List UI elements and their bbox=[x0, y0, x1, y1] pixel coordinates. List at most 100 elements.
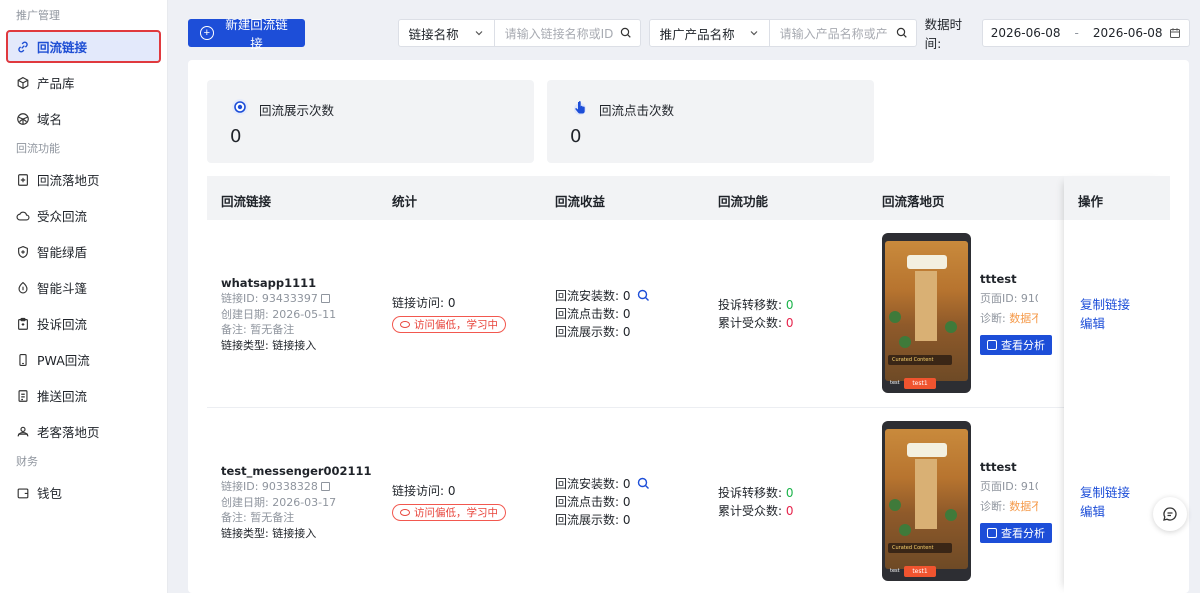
cloud-icon bbox=[16, 209, 30, 223]
copy-link-button[interactable]: 复制链接 bbox=[1080, 295, 1130, 314]
audience-label: 累计受众数: bbox=[718, 316, 786, 330]
features-cell: 投诉转移数: 0 累计受众数: 0 bbox=[718, 484, 794, 520]
stat-value: 0 bbox=[230, 126, 242, 147]
landing-page-thumbnail[interactable]: Curated Content test test1 bbox=[882, 233, 971, 393]
sidebar-item-label: 智能斗篷 bbox=[37, 281, 88, 296]
link-name: whatsapp1111 bbox=[221, 276, 317, 290]
chevron-down-icon bbox=[750, 31, 757, 36]
cube-icon bbox=[16, 76, 30, 90]
warning-text: 访问偏低，学习中 bbox=[414, 507, 498, 519]
header-operations: 操作 bbox=[1064, 176, 1170, 220]
link-info: test_messenger002111 链接ID: 90338328 创建日期… bbox=[221, 464, 372, 541]
search-icon[interactable] bbox=[637, 289, 650, 302]
game-hud bbox=[907, 443, 947, 457]
link-name-filter: 链接名称 请输入链接名称或ID bbox=[397, 19, 641, 47]
note: 备注: 暂无备注 bbox=[221, 511, 295, 524]
page-id: 页面ID: 910090752 bbox=[980, 292, 1038, 305]
sidebar-item-cloak[interactable]: 智能斗篷 bbox=[6, 271, 161, 304]
filter-select-label: 链接名称 bbox=[408, 26, 459, 42]
sidebar-item-domain[interactable]: 域名 bbox=[6, 102, 161, 135]
page-plus-icon bbox=[16, 173, 30, 187]
game-road bbox=[915, 271, 937, 341]
sidebar-item-landing-page[interactable]: 回流落地页 bbox=[6, 163, 161, 196]
clicks: 回流点击数: 0 bbox=[555, 307, 631, 321]
sidebar-item-product-library[interactable]: 产品库 bbox=[6, 66, 161, 99]
edit-button[interactable]: 编辑 bbox=[1080, 314, 1130, 333]
copy-icon[interactable] bbox=[320, 482, 330, 491]
table-header: 回流链接 统计 回流收益 回流功能 回流落地页 bbox=[207, 176, 1170, 220]
view-analysis-button[interactable]: 查看分析 bbox=[980, 523, 1052, 543]
new-backflow-link-button[interactable]: + 新建回流链接 bbox=[188, 18, 306, 51]
link-name-filter-select[interactable]: 链接名称 bbox=[399, 20, 495, 46]
search-icon[interactable] bbox=[620, 27, 632, 39]
link-type: 链接类型: 链接接入 bbox=[221, 338, 317, 352]
complaint-value: 0 bbox=[785, 298, 794, 312]
sidebar-item-label: 回流落地页 bbox=[37, 173, 100, 188]
tree-shape bbox=[889, 311, 901, 323]
row2-operations: 复制链接 编辑 bbox=[1080, 483, 1130, 521]
product-name-filter-select[interactable]: 推广产品名称 bbox=[650, 20, 770, 46]
diag-label: 诊断: bbox=[980, 500, 1010, 513]
toolbar: + 新建回流链接 链接名称 请输入链接名称或ID 推广产品名称 请输入产品名称或… bbox=[188, 17, 1190, 51]
warning-text: 访问偏低，学习中 bbox=[414, 319, 498, 331]
sidebar-item-pwa[interactable]: PWA回流 bbox=[6, 343, 161, 376]
complaint-label: 投诉转移数: bbox=[718, 486, 786, 500]
date-start[interactable]: 2026-06-08 bbox=[991, 26, 1061, 40]
tree-shape bbox=[945, 321, 957, 333]
sidebar-item-returning-landing[interactable]: 老客落地页 bbox=[6, 415, 161, 448]
eye-target-icon bbox=[232, 99, 248, 115]
link-id: 链接ID: 93433397 bbox=[221, 292, 318, 305]
sidebar-item-label: 智能绿盾 bbox=[37, 245, 88, 260]
copy-link-button[interactable]: 复制链接 bbox=[1080, 483, 1130, 502]
link-name-search-input[interactable]: 请输入链接名称或ID bbox=[495, 20, 640, 46]
landing-page-thumbnail[interactable]: Curated Content test test1 bbox=[882, 421, 971, 581]
sidebar-item-label: 产品库 bbox=[37, 76, 75, 91]
product-name-search-input[interactable]: 请输入产品名称或产 bbox=[770, 20, 916, 46]
push-icon bbox=[16, 389, 30, 403]
sidebar-item-label: 推送回流 bbox=[37, 389, 88, 404]
search-icon[interactable] bbox=[637, 477, 650, 490]
tap-icon bbox=[574, 101, 586, 115]
clicks: 回流点击数: 0 bbox=[555, 495, 631, 509]
mobile-icon bbox=[16, 353, 30, 367]
date-range-picker[interactable]: 2026-06-08 - 2026-06-08 bbox=[981, 19, 1190, 47]
eye-icon bbox=[400, 321, 410, 328]
sidebar-item-push[interactable]: 推送回流 bbox=[6, 379, 161, 412]
created-date: 创建日期: 2026-03-17 bbox=[221, 495, 337, 509]
audience-value: 0 bbox=[785, 504, 794, 518]
link-visits: 链接访问: 0 bbox=[392, 296, 456, 310]
phone-text: test bbox=[890, 568, 900, 574]
audience-label: 累计受众数: bbox=[718, 504, 786, 518]
analysis-icon bbox=[987, 340, 997, 350]
chat-icon bbox=[1163, 507, 1177, 521]
sidebar-item-green-shield[interactable]: 智能绿盾 bbox=[6, 235, 161, 268]
clipboard-icon bbox=[16, 317, 30, 331]
link-name: test_messenger002111 bbox=[221, 464, 372, 478]
chevron-down-icon bbox=[475, 31, 482, 36]
analysis-icon bbox=[987, 528, 997, 538]
chat-support-button[interactable] bbox=[1153, 497, 1187, 531]
operations-column: 操作 复制链接 编辑 复制链接 编辑 bbox=[1064, 176, 1170, 593]
sidebar-item-backflow-links[interactable]: 回流链接 bbox=[6, 30, 161, 63]
date-end[interactable]: 2026-06-08 bbox=[1093, 26, 1163, 40]
sidebar-item-label: 受众回流 bbox=[37, 209, 88, 224]
edit-button[interactable]: 编辑 bbox=[1080, 502, 1130, 521]
sidebar-item-label: PWA回流 bbox=[37, 353, 90, 368]
copy-icon[interactable] bbox=[320, 294, 330, 303]
installs: 回流安装数: 0 bbox=[555, 289, 631, 303]
sidebar-item-label: 回流链接 bbox=[37, 40, 88, 55]
sidebar-item-complaint[interactable]: 投诉回流 bbox=[6, 307, 161, 340]
diag-value: 数据不足 bbox=[1009, 312, 1038, 325]
sidebar-item-wallet[interactable]: 钱包 bbox=[6, 476, 161, 509]
wallet-icon bbox=[16, 486, 30, 500]
shield-icon bbox=[16, 245, 30, 259]
search-icon[interactable] bbox=[896, 27, 908, 39]
stat-card-impressions: 回流展示次数 0 bbox=[207, 80, 534, 163]
landing-info: tttest 页面ID: 910090752 诊断: 数据不足 查看分析 bbox=[980, 460, 1052, 543]
landing-name: tttest bbox=[980, 460, 1017, 474]
view-analysis-button[interactable]: 查看分析 bbox=[980, 335, 1052, 355]
page-id: 页面ID: 910090752 bbox=[980, 480, 1038, 493]
globe-icon bbox=[16, 112, 30, 126]
tree-shape bbox=[899, 524, 911, 536]
sidebar-item-audience[interactable]: 受众回流 bbox=[6, 199, 161, 232]
